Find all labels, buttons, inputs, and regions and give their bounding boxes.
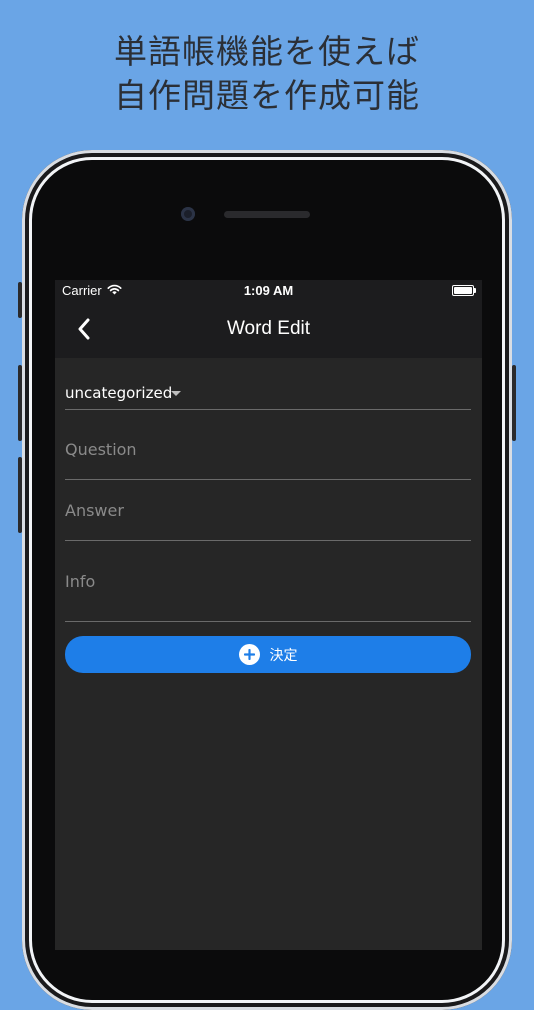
battery-icon xyxy=(452,285,476,296)
promo-line-1: 単語帳機能を使えば xyxy=(114,32,420,71)
triangle-down-icon xyxy=(171,391,181,396)
answer-input[interactable] xyxy=(65,501,471,520)
submit-label: 決定 xyxy=(269,647,298,664)
promo-headline: 単語帳機能を使えば 自作問題を作成可能 xyxy=(0,30,534,118)
status-bar: Carrier 1:09 AM xyxy=(55,280,482,302)
category-dropdown[interactable]: uncategorized xyxy=(65,358,471,410)
status-time: 1:09 AM xyxy=(243,283,294,298)
app-screen: Carrier 1:09 AM Word Edit uncategorized xyxy=(55,280,482,950)
info-input[interactable] xyxy=(65,572,471,591)
plus-circle-icon xyxy=(238,644,260,665)
earpiece-speaker xyxy=(224,211,310,218)
submit-button[interactable]: 決定 xyxy=(65,636,471,673)
category-selected-value: uncategorized xyxy=(65,384,173,402)
phone-power-button xyxy=(512,365,516,441)
phone-mute-switch xyxy=(18,282,22,318)
word-edit-form: uncategorized 決定 xyxy=(65,358,471,673)
phone-volume-up xyxy=(18,365,22,441)
question-field xyxy=(65,410,471,480)
front-camera xyxy=(181,207,195,221)
navigation-bar: Word Edit xyxy=(55,302,482,358)
question-input[interactable] xyxy=(65,440,471,459)
phone-volume-down xyxy=(18,457,22,533)
promo-line-2: 自作問題を作成可能 xyxy=(114,76,420,115)
info-field xyxy=(65,541,471,622)
page-title: Word Edit xyxy=(226,318,311,339)
answer-field xyxy=(65,480,471,541)
